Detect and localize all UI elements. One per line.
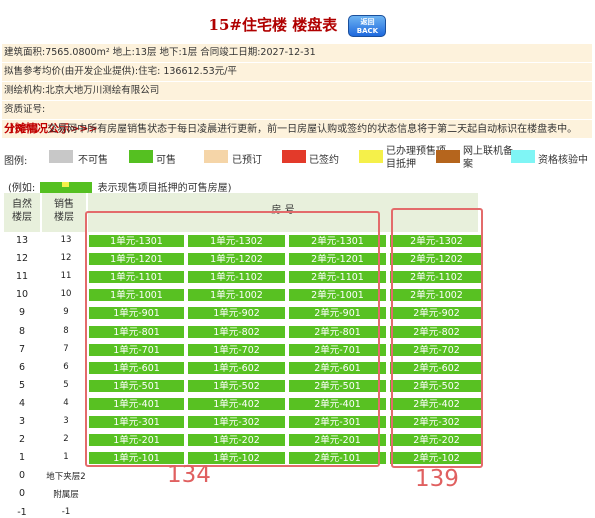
sales-floor-label: 11 (60, 271, 72, 282)
sales-floor-label: 6 (63, 361, 69, 372)
legend-swatch-online-filing (436, 150, 460, 163)
annotation-box-left (85, 211, 380, 467)
natural-floor-label: 7 (18, 343, 26, 355)
sales-floor-label: 5 (63, 379, 69, 390)
sales-floor-label: 13 (60, 235, 72, 245)
header-sales-floor-text: 销售楼层 (54, 199, 74, 223)
info-price: 拟售参考均价(由开发企业提供):住宅: 136612.53元/平 (2, 63, 592, 82)
sales-floor-label: 附属层 (53, 490, 79, 501)
legend-label: 图例: (4, 156, 28, 167)
legend-swatch-unavailable (49, 150, 73, 163)
notice-text: 【说明】 交易网中所有房屋销售状态于每日凌晨进行更新，前一日房屋认购或签约的状态… (4, 120, 592, 135)
sales-floor-label: 2 (63, 434, 69, 445)
legend: 图例: 不可售 可售 已预订 已签约 已办理预售项目抵押 网上联机备案 资格核验… (4, 146, 594, 176)
sales-floor-label: 12 (60, 253, 72, 264)
natural-floor-label: 8 (18, 325, 26, 337)
legend-example: (例如: 表示现售项目抵押的可售房屋) (8, 179, 232, 194)
page-title: 15#住宅楼 楼盘表 返回 BACK (0, 14, 595, 37)
sales-floor-label: 4 (63, 397, 69, 408)
annotation-count-right: 139 (415, 466, 459, 492)
legend-text-signed: 已签约 (309, 155, 339, 166)
back-button-top: 返回 (360, 18, 375, 26)
header-sales-floor: 销售楼层 (42, 193, 86, 232)
info-surveyor: 测绘机构:北京大地万川测绘有限公司 (2, 82, 592, 101)
sales-floor-label: 3 (63, 416, 69, 426)
annotation-box-right (391, 208, 483, 468)
natural-floor-label: 0 (18, 488, 26, 500)
notice-bracket: 【说明】 (4, 124, 44, 135)
legend-text-online-filing: 网上联机备案 (463, 146, 513, 170)
sales-floor-label: -1 (61, 506, 71, 517)
sales-floor-label: 7 (63, 343, 69, 354)
natural-floor-label: 9 (18, 307, 26, 319)
natural-floor-label: 1 (18, 452, 26, 464)
sales-floor-label: 地下夹层2 (46, 472, 86, 483)
header-natural-floor-text: 自然楼层 (12, 199, 32, 223)
natural-floor-label: 3 (18, 416, 26, 427)
legend-swatch-for-sale (129, 150, 153, 163)
legend-swatch-signed (282, 150, 306, 163)
natural-floor-label: 10 (15, 289, 29, 301)
legend-text-reserved: 已预订 (232, 155, 262, 166)
info-area-floors: 建筑面积:7565.0800m² 地上:13层 地下:1层 合同竣工日期:202… (2, 44, 592, 63)
natural-floor-label: 12 (15, 253, 29, 265)
header-natural-floor: 自然楼层 (4, 193, 40, 232)
example-mortgage-marker (62, 182, 70, 187)
natural-floor-label: 0 (18, 470, 26, 482)
sales-floor-label: 1 (63, 452, 69, 463)
annotation-count-left: 134 (167, 462, 211, 488)
legend-text-unavailable: 不可售 (78, 155, 108, 166)
back-button[interactable]: 返回 BACK (348, 15, 387, 37)
legend-swatch-verifying (511, 150, 535, 163)
page-title-text: 15#住宅楼 楼盘表 (208, 16, 338, 34)
legend-swatch-reserved (204, 150, 228, 163)
back-button-bottom: BACK (356, 27, 379, 35)
natural-floor-label: 2 (18, 434, 26, 446)
sales-floor-label: 10 (60, 289, 72, 300)
sales-floor-label: 8 (63, 325, 69, 336)
natural-floor-label: 6 (18, 361, 26, 373)
sales-floor-label: 9 (63, 307, 69, 318)
legend-text-verifying: 资格核验中 (538, 155, 588, 166)
natural-floor-label: 13 (15, 235, 29, 246)
info-cert: 资质证号: (2, 101, 592, 120)
natural-floor-label: 4 (18, 397, 26, 409)
natural-floor-label: 5 (18, 379, 26, 391)
notice-body: 交易网中所有房屋销售状态于每日凌晨进行更新，前一日房屋认购或签约的状态信息将于第… (47, 124, 578, 135)
legend-text-for-sale: 可售 (156, 155, 176, 166)
legend-swatch-mortgage (359, 150, 383, 163)
natural-floor-label: -1 (17, 506, 27, 518)
natural-floor-label: 11 (15, 271, 29, 283)
